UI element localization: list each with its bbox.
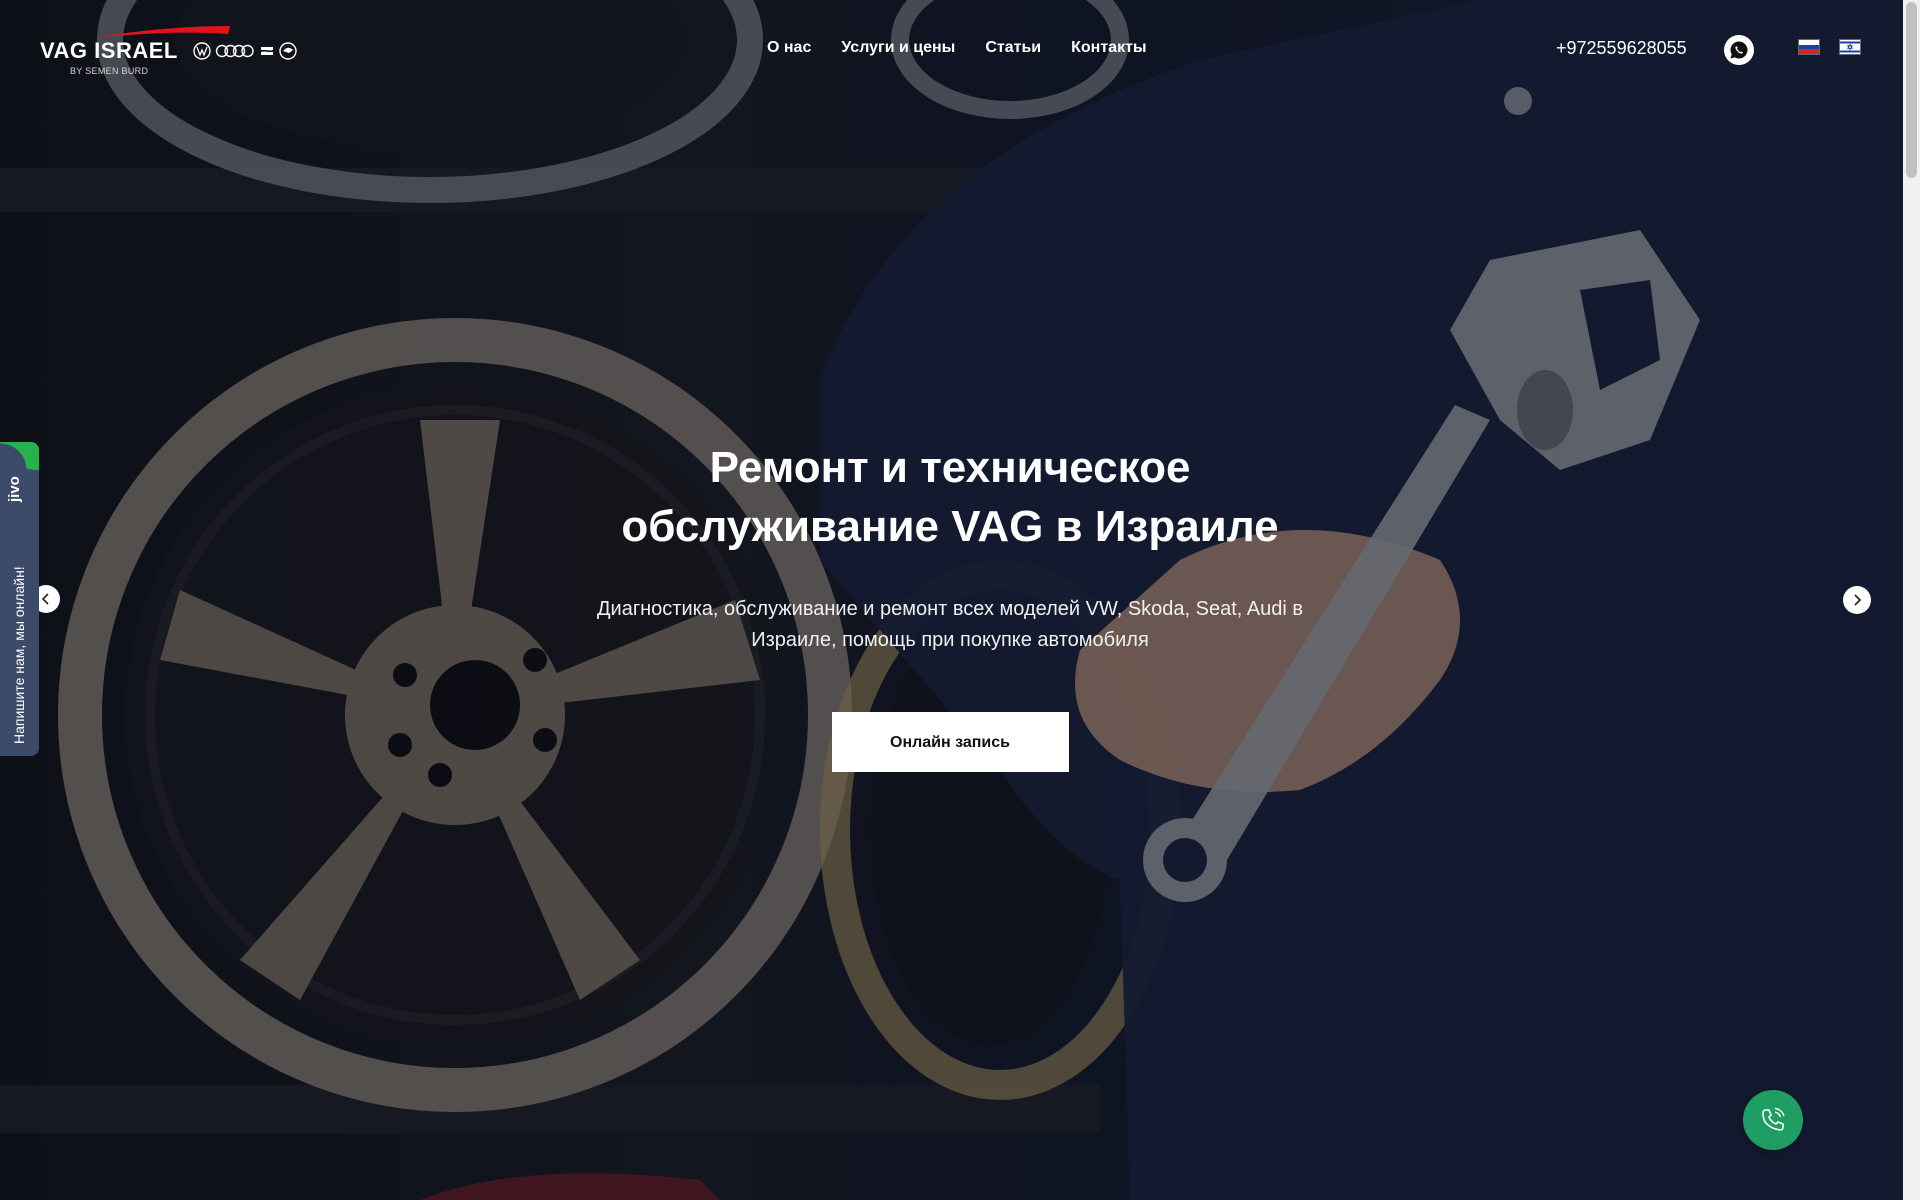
- hero-content: Ремонт и техническое обслуживание VAG в …: [560, 438, 1340, 772]
- language-he-button[interactable]: [1840, 40, 1860, 54]
- nav-item-articles[interactable]: Статьи: [985, 39, 1041, 57]
- call-button[interactable]: [1743, 1090, 1803, 1150]
- audi-rings-icon: [215, 44, 254, 58]
- chevron-right-icon: [1854, 594, 1862, 606]
- hero-title-line-2: обслуживание VAG в Израиле: [621, 502, 1279, 551]
- hero-subtitle: Диагностика, обслуживание и ремонт всех …: [596, 598, 1304, 651]
- brand-icons: [193, 42, 297, 60]
- logo-title: VAG ISRAEL: [40, 38, 178, 63]
- online-booking-button[interactable]: Онлайн запись: [831, 712, 1069, 772]
- nav-item-services[interactable]: Услуги и цены: [841, 39, 955, 57]
- jivo-accent: [0, 442, 39, 470]
- volkswagen-icon: [193, 42, 211, 60]
- nav-item-about[interactable]: О нас: [767, 39, 811, 57]
- jivo-chat-label: Напишите нам, мы онлайн!: [11, 566, 27, 744]
- logo-subtitle: BY SEMEN BURD: [70, 66, 149, 76]
- main-nav: О нас Услуги и цены Статьи Контакты: [767, 39, 1147, 57]
- site-logo[interactable]: VAG ISRAEL BY SEMEN BURD: [40, 24, 297, 80]
- skoda-icon: [279, 42, 297, 60]
- nav-item-contacts[interactable]: Контакты: [1071, 39, 1146, 57]
- phone-call-icon: [1762, 1107, 1785, 1131]
- flag-israel-icon: [1840, 41, 1860, 53]
- scrollbar-thumb[interactable]: [1906, 2, 1917, 178]
- hero-title: Ремонт и техническое обслуживание VAG в …: [560, 438, 1340, 556]
- jivo-brand: jivo: [6, 476, 23, 502]
- seat-icon: [261, 47, 273, 55]
- whatsapp-icon: [1730, 41, 1748, 59]
- page: VAG ISRAEL BY SEMEN BURD О нас Услуги и …: [0, 0, 1920, 1200]
- chevron-left-icon: [41, 593, 49, 605]
- site-header: VAG ISRAEL BY SEMEN BURD О нас Услуги и …: [0, 0, 1900, 100]
- hero-title-line-1: Ремонт и техническое: [709, 443, 1191, 492]
- language-ru-button[interactable]: [1799, 40, 1819, 54]
- jivo-chat-tab[interactable]: jivo Напишите нам, мы онлайн!: [0, 442, 39, 756]
- phone-link[interactable]: +972559628055: [1556, 38, 1687, 59]
- whatsapp-button[interactable]: [1724, 35, 1754, 65]
- page-scrollbar[interactable]: [1903, 0, 1920, 1200]
- slider-next-button[interactable]: [1843, 586, 1871, 614]
